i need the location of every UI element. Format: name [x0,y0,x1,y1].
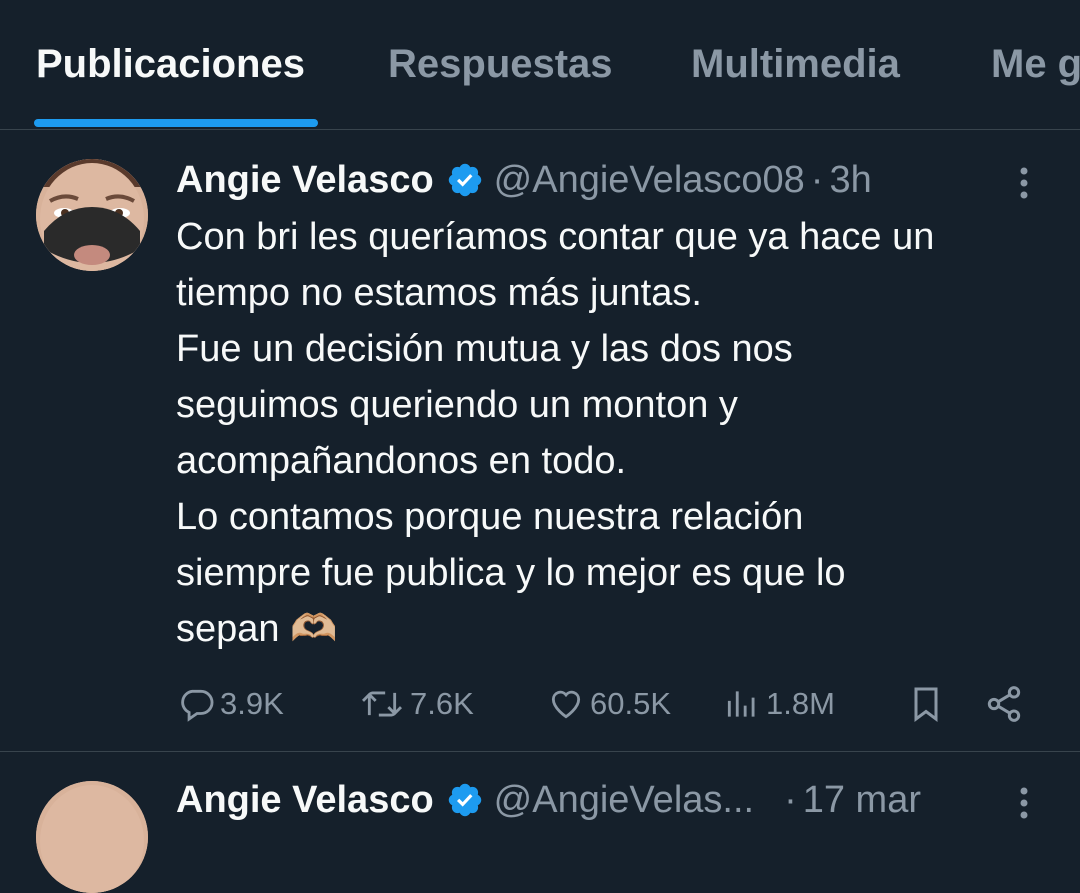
heart-icon [551,690,581,719]
verified-badge-icon [446,161,484,199]
tab-publicaciones[interactable]: Publicaciones [36,42,305,87]
tab-multimedia[interactable]: Multimedia [691,42,900,87]
tweet-header: Angie Velasco @AngieVelasco08 · 3h [176,155,1036,205]
author-name[interactable]: Angie Velasco [176,156,434,204]
bookmark-button[interactable] [906,684,950,724]
reply-button[interactable]: 3.9K [178,684,284,724]
reply-count: 3.9K [220,686,284,721]
share-icon [987,686,1021,722]
like-count: 60.5K [590,686,672,721]
tweet-header: Angie Velasco @AngieVelas... · 17 mar [176,775,1036,825]
author-name[interactable]: Angie Velasco [176,776,434,824]
more-vertical-icon[interactable] [1010,163,1038,203]
tweet-text-line: seguimos queriendo un monton y [176,384,738,426]
share-button[interactable] [984,684,1028,724]
views-chart-icon [727,691,755,717]
bookmark-icon [914,687,938,722]
tweet-text: Con bri les queríamos contar que ya hace… [176,209,1046,657]
tweet-time[interactable]: 3h [829,156,871,204]
reply-icon [181,689,214,722]
profile-tabs: Publicaciones Respuestas Multimedia Me g [0,0,1080,130]
tweet-text-line: Fue un decisión mutua y las dos nos [176,328,793,370]
author-handle[interactable]: @AngieVelasco08 [494,156,805,204]
tweet[interactable]: Angie Velasco @AngieVelas... · 17 mar [0,753,1080,893]
tab-me-gusta[interactable]: Me g [991,42,1080,87]
active-tab-indicator [34,119,318,127]
views-count: 1.8M [766,686,835,721]
tweet[interactable]: Angie Velasco @AngieVelasco08 · 3h Con b… [0,131,1080,752]
like-button[interactable]: 60.5K [546,684,671,724]
tweet-text-line: acompañandonos en todo. [176,440,627,482]
tweet-text-line: tiempo no estamos más juntas. [176,272,702,314]
repost-count: 7.6K [410,686,474,721]
repost-button[interactable]: 7.6K [358,684,474,724]
verified-badge-icon [446,781,484,819]
repost-icon [361,691,403,717]
separator-dot: · [810,159,824,201]
separator-dot: · [784,779,797,821]
tweet-text-line: sepan 🫶🏼 [176,608,338,650]
views-button[interactable]: 1.8M [722,684,835,724]
tweet-text-line: siempre fue publica y lo mejor es que lo [176,552,846,594]
author-handle[interactable]: @AngieVelas... [494,776,754,824]
avatar[interactable] [36,159,148,271]
tweet-actions: 3.9K 7.6K 60.5K 1.8M [0,676,1080,732]
more-vertical-icon[interactable] [1010,783,1038,823]
tweet-text-line: Lo contamos porque nuestra relación [176,496,804,538]
avatar[interactable] [36,781,148,893]
tweet-text-line: Con bri les queríamos contar que ya hace… [176,216,935,258]
tab-respuestas[interactable]: Respuestas [388,42,613,87]
tweet-time[interactable]: 17 mar [803,776,921,824]
